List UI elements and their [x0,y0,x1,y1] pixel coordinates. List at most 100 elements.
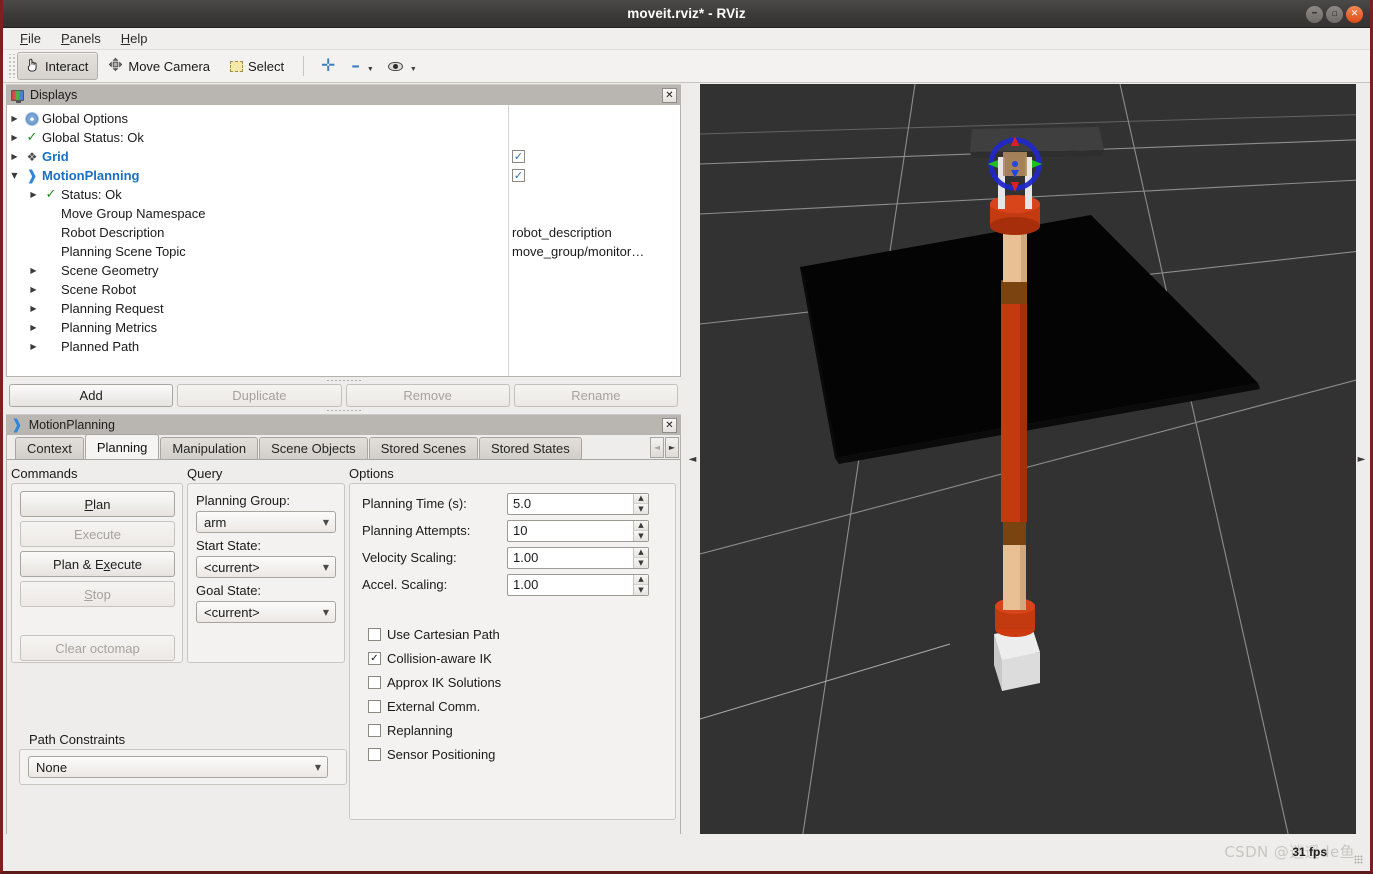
spinner-down-icon[interactable]: ▼ [634,504,648,514]
display-tree-row[interactable]: ▶ ❖ Grid [7,147,508,166]
option-checkbox[interactable]: ✓ [368,651,381,665]
spinner-down-icon[interactable]: ▼ [634,585,648,595]
cmd-plan-execute-button[interactable]: Plan & Execute [20,551,175,577]
motion-planning-icon: ❱ [11,417,23,433]
spinner-up-icon[interactable]: ▲ [634,574,648,585]
tool-add-plus[interactable]: ✛ [313,57,343,75]
option-checkbox[interactable] [368,675,381,689]
display-tree-row[interactable]: Move Group Namespace [7,204,508,223]
viewport-collapse-right[interactable]: ► [1356,84,1367,834]
tab-manipulation[interactable]: Manipulation [160,437,259,459]
display-tree-row[interactable]: ▶ Planned Path [7,337,508,356]
display-tree-row[interactable]: Robot Description [7,223,508,242]
tool-move-camera[interactable]: Move Camera [100,52,220,80]
spinner-up-icon[interactable]: ▲ [634,547,648,558]
option-checkbox-row[interactable]: External Comm. [356,694,669,718]
tab-planning[interactable]: Planning [84,434,160,459]
display-tree-row[interactable]: ▶ Scene Geometry [7,261,508,280]
resize-grip[interactable] [1354,855,1363,864]
menu-help[interactable]: Help [112,29,157,48]
splitter-displays[interactable] [6,377,681,384]
option-checkbox-row[interactable]: Use Cartesian Path [356,622,669,646]
spinner-down-icon[interactable]: ▼ [634,531,648,541]
tab-context[interactable]: Context [15,437,84,459]
chevron-right-icon[interactable]: ▶ [26,266,41,275]
option-checkbox[interactable] [368,627,381,641]
display-tree-row[interactable]: ▶ Planning Metrics [7,318,508,337]
query-combo-0[interactable]: arm ▼ [196,511,336,533]
tab-scroll-buttons: ◄ ► [650,437,679,458]
display-tree-row[interactable]: ▶ ✓ Global Status: Ok [7,128,508,147]
spinner-buttons[interactable]: ▲ ▼ [633,520,648,541]
chevron-right-icon[interactable]: ▶ [26,304,41,313]
option-checkbox[interactable] [368,723,381,737]
displays-rename-button: Rename [513,384,678,407]
display-tree-row[interactable]: Planning Scene Topic [7,242,508,261]
displays-close-icon[interactable]: ✕ [662,88,677,103]
spinner-buttons[interactable]: ▲ ▼ [633,493,648,514]
spinner-up-icon[interactable]: ▲ [634,520,648,531]
display-tree-row[interactable]: ▶ Scene Robot [7,280,508,299]
viewport-collapse-left[interactable]: ◄ [687,84,698,834]
displays-add-button[interactable]: Add [9,384,174,407]
main-content: Displays ✕ ▶ Global Options ▶ ✓ Global Statu… [6,84,1367,868]
option-checkbox[interactable] [368,699,381,713]
chevron-down-icon[interactable]: ▼ [7,171,22,180]
tool-select[interactable]: Select [222,54,294,79]
display-enable-checkbox[interactable]: ✓ [512,169,525,182]
display-tree-row[interactable]: ▼ ❱ MotionPlanning [7,166,508,185]
close-button[interactable]: ✕ [1346,5,1363,23]
spinner-up-icon[interactable]: ▲ [634,493,648,504]
spinner-down-icon[interactable]: ▼ [634,558,648,568]
option-spinbox[interactable]: 5.0 ▲ ▼ [507,492,649,515]
chevron-right-icon[interactable]: ▶ [26,323,41,332]
displays-tree[interactable]: ▶ Global Options ▶ ✓ Global Status: Ok ▶ ❖ Grid… [6,105,681,377]
option-checkbox[interactable] [368,747,381,761]
3d-viewport[interactable] [700,84,1367,834]
toolbar-grip[interactable] [7,54,15,78]
display-tree-row[interactable]: ▶ ✓ Status: Ok [7,185,508,204]
chevron-right-icon[interactable]: ▶ [26,190,41,199]
display-enable-checkbox[interactable]: ✓ [512,150,525,163]
tool-interact[interactable]: Interact [17,52,99,80]
tool-remove-minus[interactable]: – ▼ [345,57,379,75]
option-checkbox-row[interactable]: Sensor Positioning [356,742,669,766]
maximize-button[interactable]: ▫ [1326,5,1343,23]
option-checkbox-row[interactable]: Replanning [356,718,669,742]
tab-scroll-left[interactable]: ◄ [650,437,664,458]
spinner-buttons[interactable]: ▲ ▼ [633,574,648,595]
tool-focus-camera[interactable]: ▼ [382,58,423,75]
display-tree-value-row [509,185,680,204]
chevron-right-icon[interactable]: ▶ [26,342,41,351]
display-tree-row[interactable]: ▶ Planning Request [7,299,508,318]
query-combo-2[interactable]: <current> ▼ [196,601,336,623]
focus-eye-icon [387,61,403,71]
option-spinbox[interactable]: 10 ▲ ▼ [507,519,649,542]
mp-close-icon[interactable]: ✕ [662,418,677,433]
spinner-buttons[interactable]: ▲ ▼ [633,547,648,568]
option-spinbox[interactable]: 1.00 ▲ ▼ [507,573,649,596]
cmd-label: Plan [84,496,111,512]
chevron-down-icon-pc: ▼ [314,762,321,772]
tab-scene-objects[interactable]: Scene Objects [259,437,368,459]
chevron-right-icon[interactable]: ▶ [7,152,22,161]
menu-panels[interactable]: Panels [52,29,110,48]
query-combo-1[interactable]: <current> ▼ [196,556,336,578]
option-checkbox-row[interactable]: ✓ Collision-aware IK [356,646,669,670]
chevron-right-icon[interactable]: ▶ [7,133,22,142]
chevron-right-icon[interactable]: ▶ [26,285,41,294]
tab-stored-states[interactable]: Stored States [478,437,582,459]
cmd-plan-button[interactable]: Plan [20,491,175,517]
display-tree-row[interactable]: ▶ Global Options [7,109,508,128]
minimize-button[interactable]: – [1306,5,1323,23]
display-tree-value-row [509,128,680,147]
option-spinbox[interactable]: 1.00 ▲ ▼ [507,546,649,569]
menu-file[interactable]: File [11,29,50,48]
displays-monitor-icon [11,89,24,103]
tab-stored-scenes[interactable]: Stored Scenes [368,437,478,459]
path-constraints-combo[interactable]: None ▼ [28,756,328,778]
tab-scroll-right[interactable]: ► [665,437,679,458]
option-checkbox-row[interactable]: Approx IK Solutions [356,670,669,694]
chevron-right-icon[interactable]: ▶ [7,114,22,123]
splitter-motionplanning[interactable] [6,407,681,414]
